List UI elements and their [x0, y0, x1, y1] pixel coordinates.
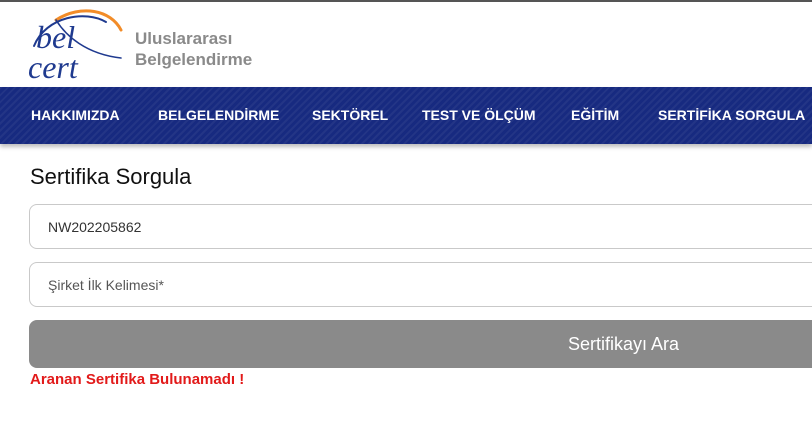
nav-item-test-ve-olcum[interactable]: TEST VE ÖLÇÜM — [422, 87, 536, 144]
nav-item-hakkimizda[interactable]: HAKKIMIZDA — [31, 87, 120, 144]
error-message: Aranan Sertifika Bulunamadı ! — [30, 371, 245, 388]
company-first-word-input[interactable] — [29, 262, 812, 307]
site-header: bel cert Uluslararası Belgelendirme — [0, 2, 812, 87]
logo-text-bottom: cert — [28, 49, 79, 84]
main-navbar: HAKKIMIZDA BELGELENDİRME SEKTÖREL TEST V… — [0, 87, 812, 144]
nav-item-belgelendirme[interactable]: BELGELENDİRME — [158, 87, 279, 144]
belcert-logo[interactable]: bel cert — [26, 6, 126, 84]
nav-item-egitim[interactable]: EĞİTİM — [571, 87, 619, 144]
nav-item-sektorel[interactable]: SEKTÖREL — [312, 87, 388, 144]
search-certificate-button[interactable]: Sertifikayı Ara — [29, 320, 812, 368]
certificate-number-input[interactable] — [29, 204, 812, 249]
nav-item-sertifika-sorgula[interactable]: SERTİFİKA SORGULA — [658, 87, 805, 144]
brand-name: Uluslararası Belgelendirme — [135, 28, 252, 70]
brand-line-1: Uluslararası — [135, 29, 233, 48]
brand-line-2: Belgelendirme — [135, 50, 253, 69]
page-title: Sertifika Sorgula — [30, 164, 192, 189]
